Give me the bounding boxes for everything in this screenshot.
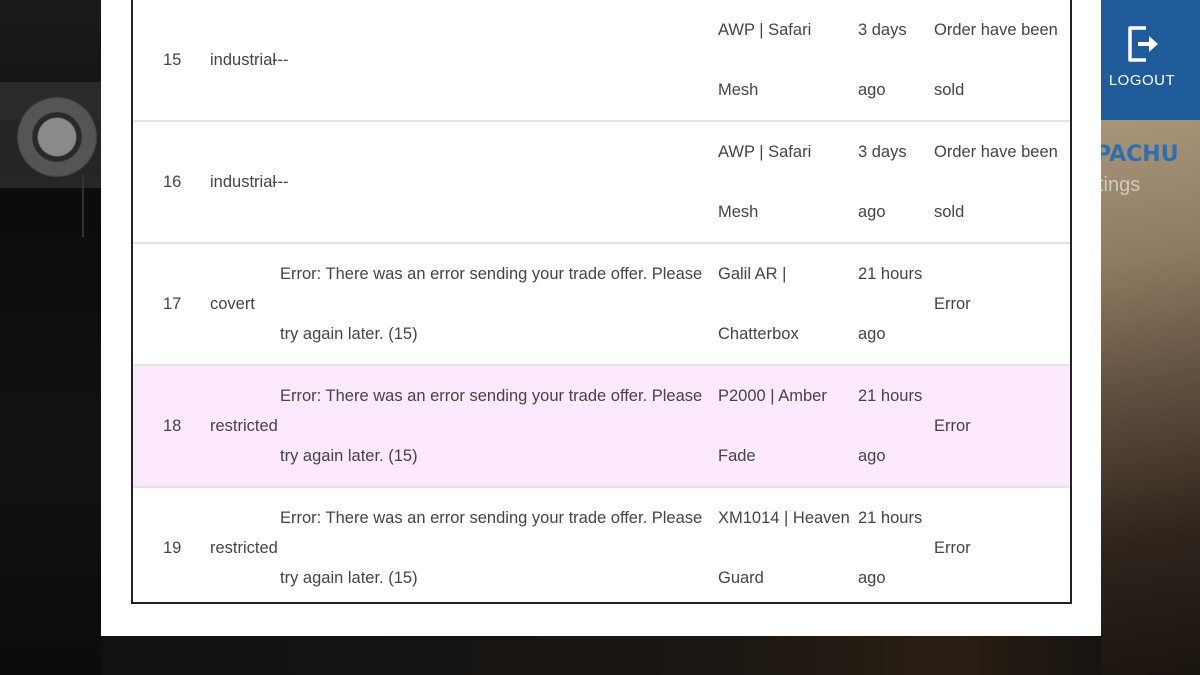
background-photo — [1101, 120, 1200, 675]
message-cell-text: Error: There was an error sending your t… — [280, 265, 703, 343]
divider — [82, 175, 84, 237]
message-cell-text: Error: There was an error sending your t… — [280, 387, 703, 465]
time-cell-text: 21 hours ago — [858, 509, 923, 587]
status-cell-text: Order have been sold — [934, 21, 1058, 99]
item-name-cell-text: AWP | Safari Mesh — [718, 143, 812, 221]
status-cell: Error — [930, 243, 1070, 366]
item-name-cell-text: P2000 | Amber Fade — [718, 387, 827, 465]
status-cell-text: Error — [934, 417, 971, 435]
message-cell: Error: There was an error sending your t… — [276, 243, 714, 366]
table-row: 16 industrial --- AWP | Safari Mesh 3 days a… — [133, 121, 1070, 244]
status-cell-text: Error — [934, 295, 971, 313]
background-panel — [0, 120, 101, 675]
rarity-cell: covert — [206, 243, 276, 366]
item-name-cell-text: AWP | Safari Mesh — [718, 21, 812, 99]
item-name-cell: AWP | Safari Mesh — [714, 121, 854, 244]
order-id-cell-text: 19 — [163, 539, 182, 557]
assistive-touch-button[interactable] — [18, 98, 96, 176]
status-cell-text: Error — [934, 539, 971, 557]
orders-table-body: 15 industrial --- AWP | Safari Mesh 3 days a… — [133, 0, 1070, 602]
table-row: 15 industrial --- AWP | Safari Mesh 3 days a… — [133, 0, 1070, 122]
screen: LOGOUT PACHU tings 15 industrial --- AWP | … — [0, 0, 1200, 675]
orders-table-frame: 15 industrial --- AWP | Safari Mesh 3 days a… — [131, 0, 1072, 604]
item-name-cell: P2000 | Amber Fade — [714, 365, 854, 488]
message-cell-text: --- — [272, 173, 289, 191]
status-cell: Order have been sold — [930, 0, 1070, 122]
time-cell: 21 hours ago — [854, 243, 930, 366]
rarity-cell-text: industrial — [210, 51, 277, 69]
settings-link[interactable]: tings — [1098, 174, 1140, 197]
time-cell-text: 21 hours ago — [858, 265, 923, 343]
message-cell-text: Error: There was an error sending your t… — [280, 509, 703, 587]
message-cell: --- — [272, 0, 714, 122]
logout-button[interactable]: LOGOUT — [1101, 22, 1183, 90]
table-row: 19 restricted Error: There was an error se… — [133, 487, 1070, 602]
rarity-cell: restricted — [206, 487, 278, 602]
message-cell-text: --- — [272, 51, 289, 69]
item-name-cell: Galil AR | Chatterbox — [714, 243, 854, 366]
table-row: 17 covert Error: There was an error sendin… — [133, 243, 1070, 366]
profile-name: PACHU — [1095, 142, 1179, 167]
time-cell: 3 days ago — [854, 0, 930, 122]
time-cell-text: 3 days ago — [858, 21, 907, 99]
orders-modal: 15 industrial --- AWP | Safari Mesh 3 days a… — [101, 0, 1101, 636]
order-id-cell-text: 16 — [163, 173, 182, 191]
time-cell-text: 21 hours ago — [858, 387, 923, 465]
status-cell: Error — [930, 365, 1070, 488]
time-cell: 21 hours ago — [854, 487, 930, 602]
time-cell-text: 3 days ago — [858, 143, 907, 221]
time-cell: 3 days ago — [854, 121, 930, 244]
table-row: 18 restricted Error: There was an error se… — [133, 365, 1070, 488]
order-id-cell: 17 — [133, 243, 206, 366]
order-id-cell: 15 — [133, 0, 206, 122]
message-cell: --- — [272, 121, 714, 244]
message-cell: Error: There was an error sending your t… — [276, 365, 714, 488]
rarity-cell-text: covert — [210, 295, 255, 313]
item-name-cell: AWP | Safari Mesh — [714, 0, 854, 122]
rarity-cell: industrial — [206, 121, 277, 244]
background-photo — [101, 636, 1101, 675]
rarity-cell: industrial — [206, 0, 277, 122]
status-cell: Order have been sold — [930, 121, 1070, 244]
order-id-cell: 16 — [133, 121, 206, 244]
rarity-cell: restricted — [206, 365, 278, 488]
status-cell: Error — [930, 487, 1070, 602]
time-cell: 21 hours ago — [854, 365, 930, 488]
orders-table: 15 industrial --- AWP | Safari Mesh 3 days a… — [133, 0, 1070, 602]
rarity-cell-text: restricted — [210, 539, 278, 557]
item-name-cell-text: Galil AR | Chatterbox — [718, 265, 799, 343]
status-cell-text: Order have been sold — [934, 143, 1058, 221]
item-name-cell: XM1014 | Heaven Guard — [714, 487, 854, 602]
message-cell: Error: There was an error sending your t… — [276, 487, 714, 602]
rarity-cell-text: restricted — [210, 417, 278, 435]
logout-label: LOGOUT — [1108, 72, 1176, 89]
order-id-cell-text: 17 — [163, 295, 182, 313]
order-id-cell: 19 — [133, 487, 206, 602]
rarity-cell-text: industrial — [210, 173, 277, 191]
order-id-cell-text: 18 — [163, 417, 182, 435]
item-name-cell-text: XM1014 | Heaven Guard — [718, 509, 850, 587]
logout-icon — [1128, 26, 1158, 62]
order-id-cell: 18 — [133, 365, 206, 488]
order-id-cell-text: 15 — [163, 51, 182, 69]
